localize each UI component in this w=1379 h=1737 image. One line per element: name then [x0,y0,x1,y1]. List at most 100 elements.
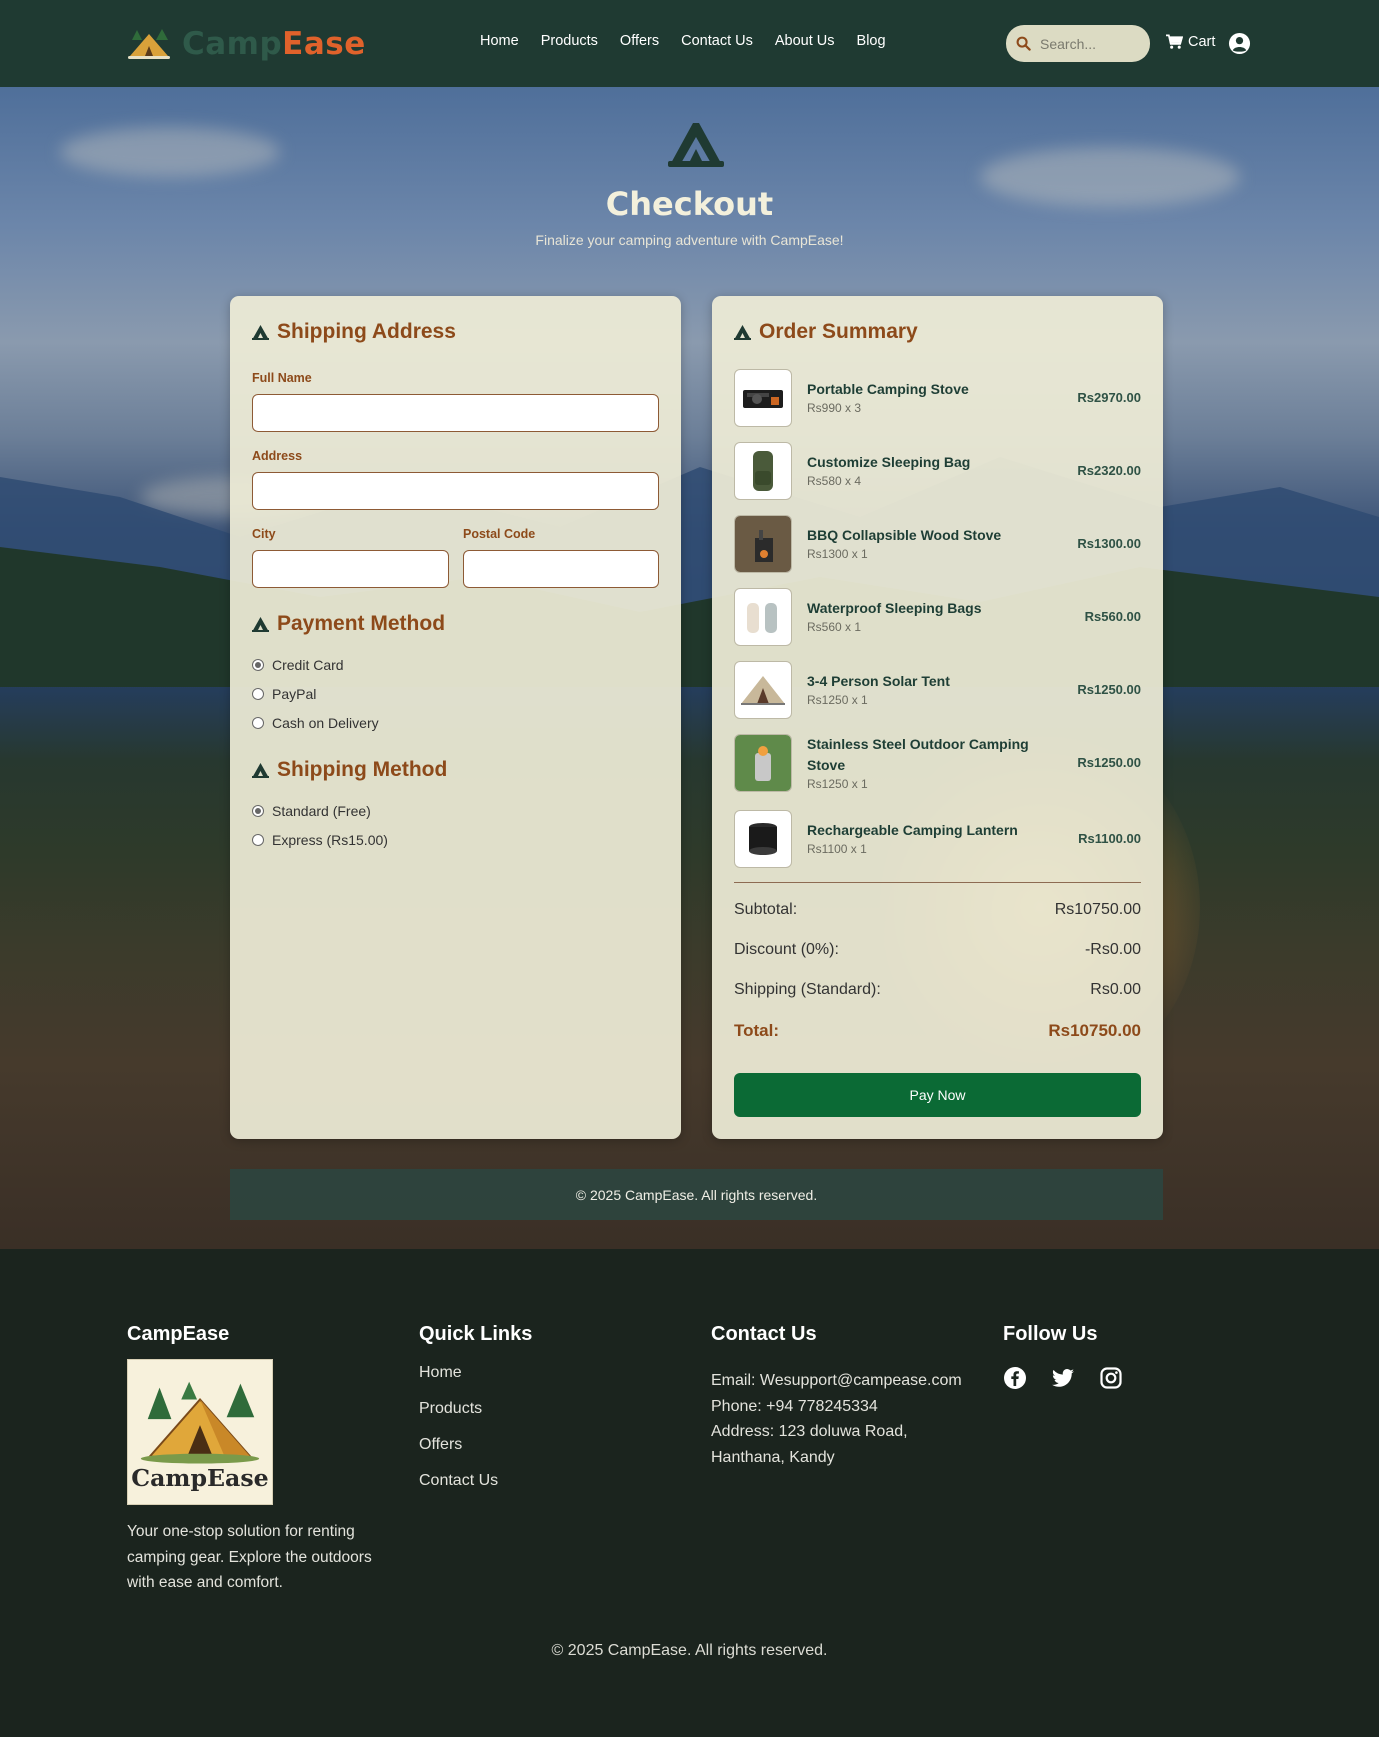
order-item: BBQ Collapsible Wood Stove Rs1300 x 1 Rs… [734,515,1141,573]
full-name-label: Full Name [252,371,312,385]
order-item-name: Stainless Steel Outdoor Camping Stove [807,736,1029,773]
shipping-address-heading-text: Shipping Address [277,320,456,343]
cart-label: Cart [1188,34,1216,50]
order-item-name: BBQ Collapsible Wood Stove [807,527,1002,543]
facebook-icon[interactable] [1003,1366,1027,1390]
summary-divider [734,882,1141,883]
footer-copyright: © 2025 CampEase. All rights reserved. [551,1642,828,1659]
nav-offers[interactable]: Offers [620,33,659,49]
brand-logo-link[interactable]: CampEase [126,26,366,62]
order-item: Stainless Steel Outdoor Camping Stove Rs… [734,734,1141,792]
radio-selected[interactable] [252,659,264,671]
footer-link-contact-us[interactable]: Contact Us [419,1472,532,1490]
order-item-meta: Rs1250 x 1 [807,777,868,791]
shipping-payment-card: Shipping Address Full Name Address City … [230,296,681,1139]
order-item-name: Waterproof Sleeping Bags [807,600,982,616]
footer-logo: CampEase [127,1359,273,1505]
order-item: Waterproof Sleeping Bags Rs560 x 1 Rs560… [734,588,1141,646]
order-summary-card: Order Summary Portable Camping Stove Rs9… [712,296,1163,1139]
footer-link-products[interactable]: Products [419,1400,532,1418]
brand-name-part1: Camp [182,26,283,62]
footer-brand-column: CampEase [127,1323,229,1346]
main-nav: Home Products Offers Contact Us About Us… [480,33,908,49]
nav-about-us[interactable]: About Us [775,33,835,49]
radio-unselected[interactable] [252,717,264,729]
lantern-image [734,810,792,868]
waterproof-bags-image [734,588,792,646]
payment-method-heading-text: Payment Method [277,612,446,635]
order-item-price: Rs2970.00 [1077,390,1141,405]
contact-email: Email: Wesupport@campease.com [711,1372,962,1389]
cart-link[interactable]: Cart [1166,34,1215,50]
radio-unselected[interactable] [252,688,264,700]
tent-icon [252,324,269,340]
steel-stove-image [734,734,792,792]
pay-now-button[interactable]: Pay Now [734,1073,1141,1117]
order-item-price: Rs1250.00 [1077,682,1141,697]
contact-details: Email: Wesupport@campease.com Phone: +94… [711,1368,971,1470]
search-input[interactable] [1040,35,1140,52]
shipping-method-heading: Shipping Method [252,758,447,782]
shipping-method-heading-text: Shipping Method [277,758,448,781]
nav-contact-us[interactable]: Contact Us [681,33,753,49]
full-name-field[interactable] [252,394,659,432]
payment-option-paypal[interactable]: PayPal [252,686,316,702]
address-field[interactable] [252,472,659,510]
order-item-meta: Rs560 x 1 [807,620,862,634]
cart-icon [1166,34,1183,49]
total-label: Total: [734,1021,780,1040]
postal-code-label: Postal Code [463,527,536,541]
order-item: Portable Camping Stove Rs990 x 3 Rs2970.… [734,369,1141,427]
shipping-option-express[interactable]: Express (Rs15.00) [252,832,388,848]
footer-link-offers[interactable]: Offers [419,1436,532,1454]
discount-row: Discount (0%): -Rs0.00 [734,941,1141,959]
twitter-icon[interactable] [1051,1366,1075,1390]
address-label: Address [252,449,303,463]
nav-blog[interactable]: Blog [857,33,886,49]
shipping-cost-value: Rs0.00 [1090,981,1141,998]
payment-option-credit-card[interactable]: Credit Card [252,657,344,673]
order-item-meta: Rs1250 x 1 [807,693,868,707]
order-item-meta: Rs1100 x 1 [807,842,867,856]
subtotal-row: Subtotal: Rs10750.00 [734,901,1141,919]
shipping-row: Shipping (Standard): Rs0.00 [734,981,1141,999]
checkout-hero-background [0,87,1379,1249]
postal-code-field[interactable] [463,550,659,588]
payment-option-label: PayPal [272,686,317,702]
subtotal-label: Subtotal: [734,901,798,918]
order-item-name: Portable Camping Stove [807,381,969,397]
wood-stove-image [734,515,792,573]
shipping-option-label: Standard (Free) [272,803,371,819]
radio-unselected[interactable] [252,834,264,846]
social-links [1003,1366,1123,1390]
shipping-cost-label: Shipping (Standard): [734,981,881,998]
user-circle-icon[interactable] [1228,32,1251,55]
total-row: Total: Rs10750.00 [734,1021,1141,1041]
background-cloud [60,127,280,177]
order-item: 3-4 Person Solar Tent Rs1250 x 1 Rs1250.… [734,661,1141,719]
contact-phone: Phone: +94 778245334 [711,1397,878,1415]
instagram-icon[interactable] [1099,1366,1123,1390]
footer-link-home[interactable]: Home [419,1364,532,1382]
search-icon [1016,36,1031,51]
tent-icon [252,616,269,632]
payment-option-cash-on-delivery[interactable]: Cash on Delivery [252,715,379,731]
quick-links-heading: Quick Links [419,1323,533,1345]
radio-selected[interactable] [252,805,264,817]
search-box[interactable] [1006,25,1150,62]
solar-tent-image [734,661,792,719]
camping-stove-image [734,369,792,427]
city-field[interactable] [252,550,449,588]
page-title: Checkout [605,185,774,223]
footer-logo-text: CampEase [131,1464,268,1492]
contact-address: Address: 123 doluwa Road, Hanthana, Kand… [711,1423,908,1466]
nav-home[interactable]: Home [480,33,519,49]
nav-products[interactable]: Products [541,33,598,49]
tent-icon [668,123,724,167]
total-value: Rs10750.00 [1048,1021,1141,1040]
shipping-option-standard[interactable]: Standard (Free) [252,803,371,819]
order-item: Customize Sleeping Bag Rs580 x 4 Rs2320.… [734,442,1141,500]
order-item-price: Rs1300.00 [1077,536,1141,551]
footer-follow: Follow Us [1003,1323,1123,1390]
order-item-meta: Rs990 x 3 [807,401,862,415]
